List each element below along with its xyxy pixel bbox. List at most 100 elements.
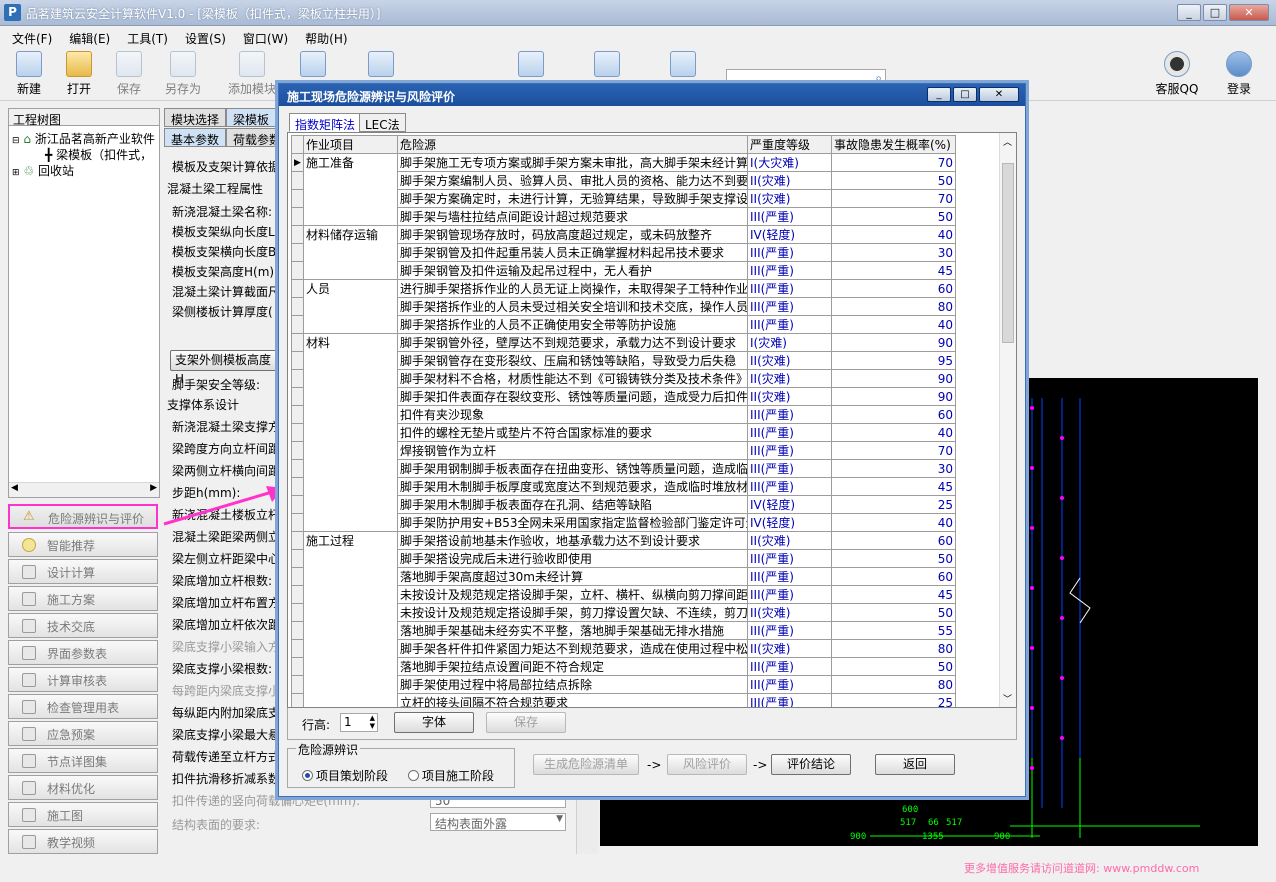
row-selector[interactable] <box>291 675 304 694</box>
cell-hazard[interactable]: 脚手架搭拆作业的人员未受过相关安全培训和技术交底，操作人员 <box>397 297 748 316</box>
hazard-eval-button[interactable]: ⚠ 危险源辨识与评价 <box>8 504 158 529</box>
cell-probability[interactable]: 70 <box>831 189 956 208</box>
grid-vscroll-thumb[interactable] <box>1002 163 1014 343</box>
cell-severity[interactable]: III(严重) <box>747 441 832 460</box>
row-selector[interactable] <box>291 495 304 514</box>
cell-hazard[interactable]: 脚手架方案确定时，未进行计算，无验算结果，导致脚手架支撑设 <box>397 189 748 208</box>
tree-hscroll[interactable]: ◀ ▶ <box>9 482 159 497</box>
minimize-button[interactable]: _ <box>1177 4 1201 21</box>
row-height-stepper[interactable]: 1 ▲ ▼ <box>340 713 378 732</box>
row-selector[interactable] <box>291 405 304 424</box>
cell-hazard[interactable]: 脚手架用木制脚手板表面存在孔洞、结疤等缺陷 <box>397 495 748 514</box>
param-table-button[interactable]: 界面参数表 <box>8 640 158 665</box>
cell-hazard[interactable]: 脚手架施工无专项方案或脚手架方案未审批，高大脚手架未经计算 <box>397 153 748 172</box>
cell-hazard[interactable]: 脚手架用钢制脚手板表面存在扭曲变形、锈蚀等质量问题，造成临 <box>397 459 748 478</box>
row-selector[interactable] <box>291 639 304 658</box>
tech-disclosure-button[interactable]: 技术交底 <box>8 613 158 638</box>
cell-hazard[interactable]: 脚手架各杆件扣件紧固力矩达不到规范要求，造成在使用过程中松 <box>397 639 748 658</box>
construction-plan-button[interactable]: 施工方案 <box>8 586 158 611</box>
row-selector[interactable] <box>291 207 304 226</box>
new-button[interactable]: 新建 <box>4 49 54 99</box>
cell-severity[interactable]: III(严重) <box>747 315 832 334</box>
risk-eval-button[interactable]: 风险评价 <box>667 754 747 775</box>
cell-work-item[interactable]: 施工准备 <box>303 153 398 226</box>
cell-hazard[interactable]: 脚手架材料不合格，材质性能达不到《可锻铸铁分类及技术条件》 <box>397 369 748 388</box>
row-selector[interactable] <box>291 567 304 586</box>
row-selector[interactable] <box>291 531 304 550</box>
cell-severity[interactable]: II(灾难) <box>747 531 832 550</box>
cell-probability[interactable]: 80 <box>831 639 956 658</box>
cell-probability[interactable]: 70 <box>831 153 956 172</box>
cell-probability[interactable]: 70 <box>831 441 956 460</box>
row-selector[interactable] <box>291 189 304 208</box>
cell-probability[interactable]: 25 <box>831 495 956 514</box>
menu-settings[interactable]: 设置(S) <box>173 27 231 47</box>
row-selector[interactable] <box>291 351 304 370</box>
row-selector[interactable] <box>291 621 304 640</box>
cell-severity[interactable]: IV(轻度) <box>747 513 832 532</box>
cell-hazard[interactable]: 脚手架防护用安+B53全网未采用国家指定监督检验部门鉴定许可生 <box>397 513 748 532</box>
cell-severity[interactable]: III(严重) <box>747 207 832 226</box>
cell-severity[interactable]: III(严重) <box>747 693 832 707</box>
cell-probability[interactable]: 90 <box>831 333 956 352</box>
cell-severity[interactable]: III(严重) <box>747 675 832 694</box>
row-selector[interactable] <box>291 261 304 280</box>
cell-hazard[interactable]: 脚手架用木制脚手板厚度或宽度达不到规范要求，造成临时堆放材 <box>397 477 748 496</box>
table-row[interactable]: ▶ 施工准备 脚手架施工无专项方案或脚手架方案未审批，高大脚手架未经计算 I(大灾难)… <box>291 153 956 226</box>
dialog-maximize-button[interactable]: □ <box>953 87 977 102</box>
cell-probability[interactable]: 90 <box>831 387 956 406</box>
tab-lec[interactable]: LEC法 <box>359 113 406 132</box>
save-button[interactable]: 保存 <box>104 49 154 99</box>
cell-probability[interactable]: 45 <box>831 261 956 280</box>
table-row[interactable]: 人员 进行脚手架搭拆作业的人员无证上岗操作，未取得架子工特种作业 III(严重) 60 <box>291 279 956 334</box>
cell-severity[interactable]: I(灾难) <box>747 333 832 352</box>
cell-severity[interactable]: III(严重) <box>747 261 832 280</box>
material-opt-button[interactable]: 材料优化 <box>8 775 158 800</box>
cell-severity[interactable]: II(灾难) <box>747 369 832 388</box>
conclusion-button[interactable]: 评价结论 <box>771 754 851 775</box>
cell-probability[interactable]: 40 <box>831 423 956 442</box>
close-button[interactable]: ✕ <box>1229 4 1269 21</box>
cell-probability[interactable]: 30 <box>831 243 956 262</box>
cell-probability[interactable]: 30 <box>831 459 956 478</box>
row-selector[interactable] <box>291 333 304 352</box>
radio-planning[interactable]: 项目策划阶段 <box>302 767 388 784</box>
emergency-plan-button[interactable]: 应急预案 <box>8 721 158 746</box>
cell-work-item[interactable]: 材料储存运输 <box>303 225 398 280</box>
tab-module-select[interactable]: 模块选择 <box>164 108 227 127</box>
cell-hazard[interactable]: 落地脚手架高度超过30m未经计算 <box>397 567 748 586</box>
dialog-minimize-button[interactable]: _ <box>927 87 951 102</box>
cell-hazard[interactable]: 脚手架与墙柱拉结点间距设计超过规范要求 <box>397 207 748 226</box>
row-selector[interactable] <box>291 423 304 442</box>
construction-drawing-button[interactable]: 施工图 <box>8 802 158 827</box>
cell-hazard[interactable]: 立杆的接头间隔不符合规范要求 <box>397 693 748 707</box>
table-row[interactable]: 材料储存运输 脚手架钢管现场存放时，码放高度超过规定，或未码放整齐 IV(轻度) 40 <box>291 225 956 280</box>
cell-probability[interactable]: 60 <box>831 531 956 550</box>
teaching-video-button[interactable]: 教学视频 <box>8 829 158 854</box>
tab-beam-template[interactable]: 梁模板 <box>226 108 277 127</box>
cell-severity[interactable]: II(灾难) <box>747 351 832 370</box>
cell-probability[interactable]: 50 <box>831 171 956 190</box>
row-selector[interactable] <box>291 387 304 406</box>
inspection-forms-button[interactable]: 检查管理用表 <box>8 694 158 719</box>
cell-severity[interactable]: III(严重) <box>747 297 832 316</box>
grid-save-button[interactable]: 保存 <box>486 712 566 733</box>
row-selector[interactable] <box>291 603 304 622</box>
row-selector[interactable] <box>291 477 304 496</box>
row-selector[interactable] <box>291 657 304 676</box>
cell-hazard[interactable]: 脚手架使用过程中将局部拉结点拆除 <box>397 675 748 694</box>
tree-item-beam[interactable]: ╋ 梁模板（扣件式， <box>45 146 152 163</box>
row-selector[interactable] <box>291 459 304 478</box>
col-header[interactable]: 作业项目 <box>303 135 398 154</box>
radio-construction[interactable]: 项目施工阶段 <box>408 767 494 784</box>
menu-file[interactable]: 文件(F) <box>0 27 57 47</box>
cell-hazard[interactable]: 脚手架搭拆作业的人员不正确使用安全带等防护设施 <box>397 315 748 334</box>
cell-probability[interactable]: 45 <box>831 585 956 604</box>
row-selector[interactable] <box>291 243 304 262</box>
row-selector[interactable] <box>291 225 304 244</box>
row-selector[interactable] <box>291 171 304 190</box>
cell-hazard[interactable]: 脚手架方案编制人员、验算人员、审批人员的资格、能力达不到要 <box>397 171 748 190</box>
row-selector[interactable] <box>291 693 304 707</box>
surface-select[interactable]: 结构表面外露 ▼ <box>430 813 566 831</box>
cell-probability[interactable]: 80 <box>831 297 956 316</box>
